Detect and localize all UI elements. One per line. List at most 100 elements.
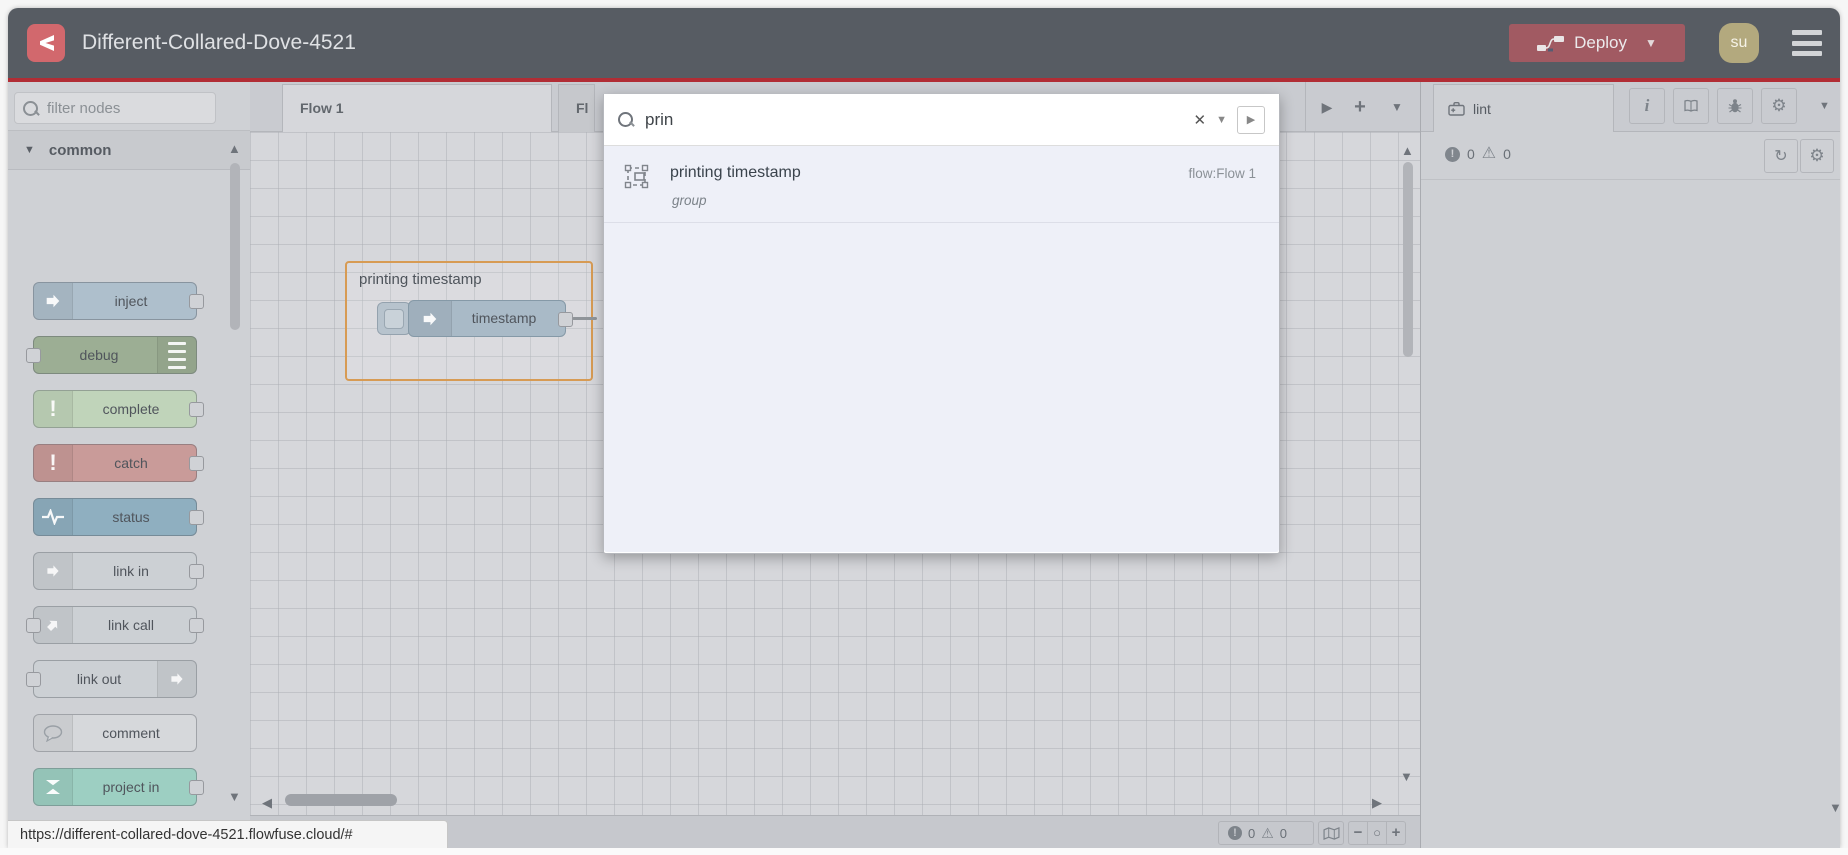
- user-avatar[interactable]: su: [1719, 23, 1759, 63]
- main-menu-button[interactable]: [1792, 30, 1822, 56]
- map-icon: [1322, 826, 1340, 840]
- chevron-down-icon: ▼: [24, 144, 35, 156]
- node-label: project in: [102, 779, 160, 795]
- input-port[interactable]: [26, 348, 41, 363]
- inject-arrow-icon: [34, 283, 73, 319]
- window-bottom-edge: [0, 848, 1848, 855]
- link-icon: [157, 661, 196, 697]
- clear-search-icon[interactable]: ✕: [1194, 111, 1207, 129]
- palette-node-project-in[interactable]: project in: [33, 768, 204, 806]
- right-sidebar: lint i ⚙ ▼ ! 0 ⚠ 0 ↻ ⚙ ▼: [1420, 82, 1840, 848]
- search-options-dropdown-icon[interactable]: ▼: [1216, 114, 1227, 126]
- search-results-list: printing timestamp flow:Flow 1 group: [604, 146, 1279, 552]
- search-input-row: ✕ ▼ ▶: [604, 94, 1279, 146]
- warning-count: 0: [1279, 825, 1288, 841]
- result-title: printing timestamp: [670, 164, 801, 181]
- input-port[interactable]: [26, 672, 41, 687]
- tab-flow-2-partial[interactable]: Fl: [558, 84, 595, 132]
- palette-category-common[interactable]: ▼ common: [8, 130, 250, 170]
- debug-bug-tab-button[interactable]: [1717, 88, 1753, 124]
- menu-bar: [1792, 30, 1822, 35]
- lint-counts: ! 0 ⚠ 0: [1445, 146, 1511, 162]
- palette-node-link-call[interactable]: link call: [26, 606, 204, 644]
- lint-refresh-button[interactable]: ↻: [1764, 139, 1798, 173]
- info-tab-button[interactable]: i: [1629, 88, 1665, 124]
- book-icon: [1684, 99, 1698, 112]
- output-port[interactable]: [189, 456, 204, 471]
- browser-window: Different-Collared-Dove-4521 Deploy ▼ su: [8, 8, 1840, 848]
- add-flow-button[interactable]: +: [1345, 82, 1375, 132]
- canvas-hscrollbar-thumb[interactable]: [285, 794, 397, 806]
- screenshot-stage: Different-Collared-Dove-4521 Deploy ▼ su: [0, 0, 1848, 855]
- sidebar-tab-bar: lint i ⚙ ▼: [1421, 82, 1840, 132]
- zoom-in-button[interactable]: +: [1387, 822, 1405, 844]
- zoom-controls: − ○ +: [1348, 821, 1406, 845]
- deploy-label: Deploy: [1574, 33, 1628, 52]
- input-port[interactable]: [26, 618, 41, 633]
- sidebar-scroll-down-arrow[interactable]: ▼: [1829, 801, 1840, 814]
- warning-icon: ⚠: [1481, 145, 1497, 162]
- search-result-row[interactable]: printing timestamp flow:Flow 1 group: [604, 146, 1279, 223]
- lint-summary-row: ! 0 ⚠ 0 ↻ ⚙: [1421, 132, 1840, 180]
- palette-filter-input[interactable]: [45, 98, 199, 118]
- canvas-scroll-down-arrow[interactable]: ▼: [1400, 770, 1413, 783]
- menu-bar: [1792, 51, 1822, 56]
- palette-node-inject[interactable]: inject: [33, 282, 204, 320]
- help-book-tab-button[interactable]: [1673, 88, 1709, 124]
- inject-trigger-button[interactable]: [377, 302, 411, 335]
- error-icon: !: [1445, 146, 1460, 162]
- instance-title: Different-Collared-Dove-4521: [82, 31, 356, 54]
- status-pulse-icon: [34, 499, 73, 535]
- deploy-button[interactable]: Deploy ▼: [1509, 24, 1685, 62]
- tab-label: Fl: [576, 100, 589, 116]
- error-count: 0: [1248, 825, 1256, 841]
- palette-node-link-in[interactable]: link in: [33, 552, 204, 590]
- project-icon: [34, 769, 73, 805]
- search-next-button[interactable]: ▶: [1237, 105, 1265, 134]
- flowfuse-logo-glyph: [40, 35, 54, 51]
- output-port[interactable]: [189, 402, 204, 417]
- palette-scrollbar-thumb[interactable]: [230, 163, 240, 330]
- output-port[interactable]: [189, 618, 204, 633]
- lint-settings-button[interactable]: ⚙: [1800, 139, 1834, 173]
- palette-filter[interactable]: [14, 92, 216, 124]
- zoom-reset-button[interactable]: ○: [1368, 822, 1386, 844]
- tab-flow-1[interactable]: Flow 1: [282, 84, 581, 132]
- palette-node-catch[interactable]: ! catch: [33, 444, 204, 482]
- deploy-dropdown-icon[interactable]: ▼: [1645, 36, 1657, 50]
- sidebar-tab-label: lint: [1473, 100, 1491, 117]
- palette-node-comment[interactable]: comment: [33, 714, 197, 752]
- palette-scroll-up-arrow[interactable]: ▲: [228, 142, 241, 155]
- canvas-issues-counter[interactable]: ! 0 ⚠ 0: [1218, 821, 1314, 845]
- canvas-node-timestamp[interactable]: timestamp: [408, 300, 573, 337]
- canvas-vscrollbar-thumb[interactable]: [1403, 162, 1413, 357]
- output-port[interactable]: [189, 564, 204, 579]
- palette-node-complete[interactable]: ! complete: [33, 390, 204, 428]
- output-port[interactable]: [558, 312, 573, 327]
- canvas-scroll-right-arrow[interactable]: ▶: [1372, 796, 1382, 809]
- tabs-scroll-right-button[interactable]: ▶: [1312, 82, 1342, 132]
- tabbar-divider: [1305, 82, 1306, 132]
- settings-gear-tab-button[interactable]: ⚙: [1761, 88, 1797, 124]
- search-input[interactable]: [643, 108, 1184, 131]
- flowfuse-logo-icon[interactable]: [27, 24, 65, 62]
- canvas-scroll-up-arrow[interactable]: ▲: [1401, 144, 1414, 157]
- palette-scroll-down-arrow[interactable]: ▼: [228, 790, 241, 803]
- sidebar-tab-lint[interactable]: lint: [1433, 84, 1614, 132]
- palette-node-status[interactable]: status: [33, 498, 204, 536]
- group-icon: [624, 164, 649, 189]
- output-port[interactable]: [189, 510, 204, 525]
- palette-node-debug[interactable]: debug: [26, 336, 197, 374]
- navigator-map-button[interactable]: [1318, 821, 1344, 845]
- output-port[interactable]: [189, 780, 204, 795]
- canvas-scroll-left-arrow[interactable]: ◀: [262, 796, 272, 809]
- palette-node-link-out[interactable]: link out: [26, 660, 197, 698]
- sidebar-tabs-dropdown-icon[interactable]: ▼: [1819, 101, 1830, 112]
- node-label: debug: [79, 347, 119, 363]
- error-icon: !: [1228, 826, 1242, 840]
- avatar-initials: su: [1730, 34, 1748, 51]
- zoom-out-button[interactable]: −: [1349, 822, 1367, 844]
- comment-bubble-icon: [34, 715, 73, 751]
- flow-list-button[interactable]: ▼: [1382, 82, 1412, 132]
- output-port[interactable]: [189, 294, 204, 309]
